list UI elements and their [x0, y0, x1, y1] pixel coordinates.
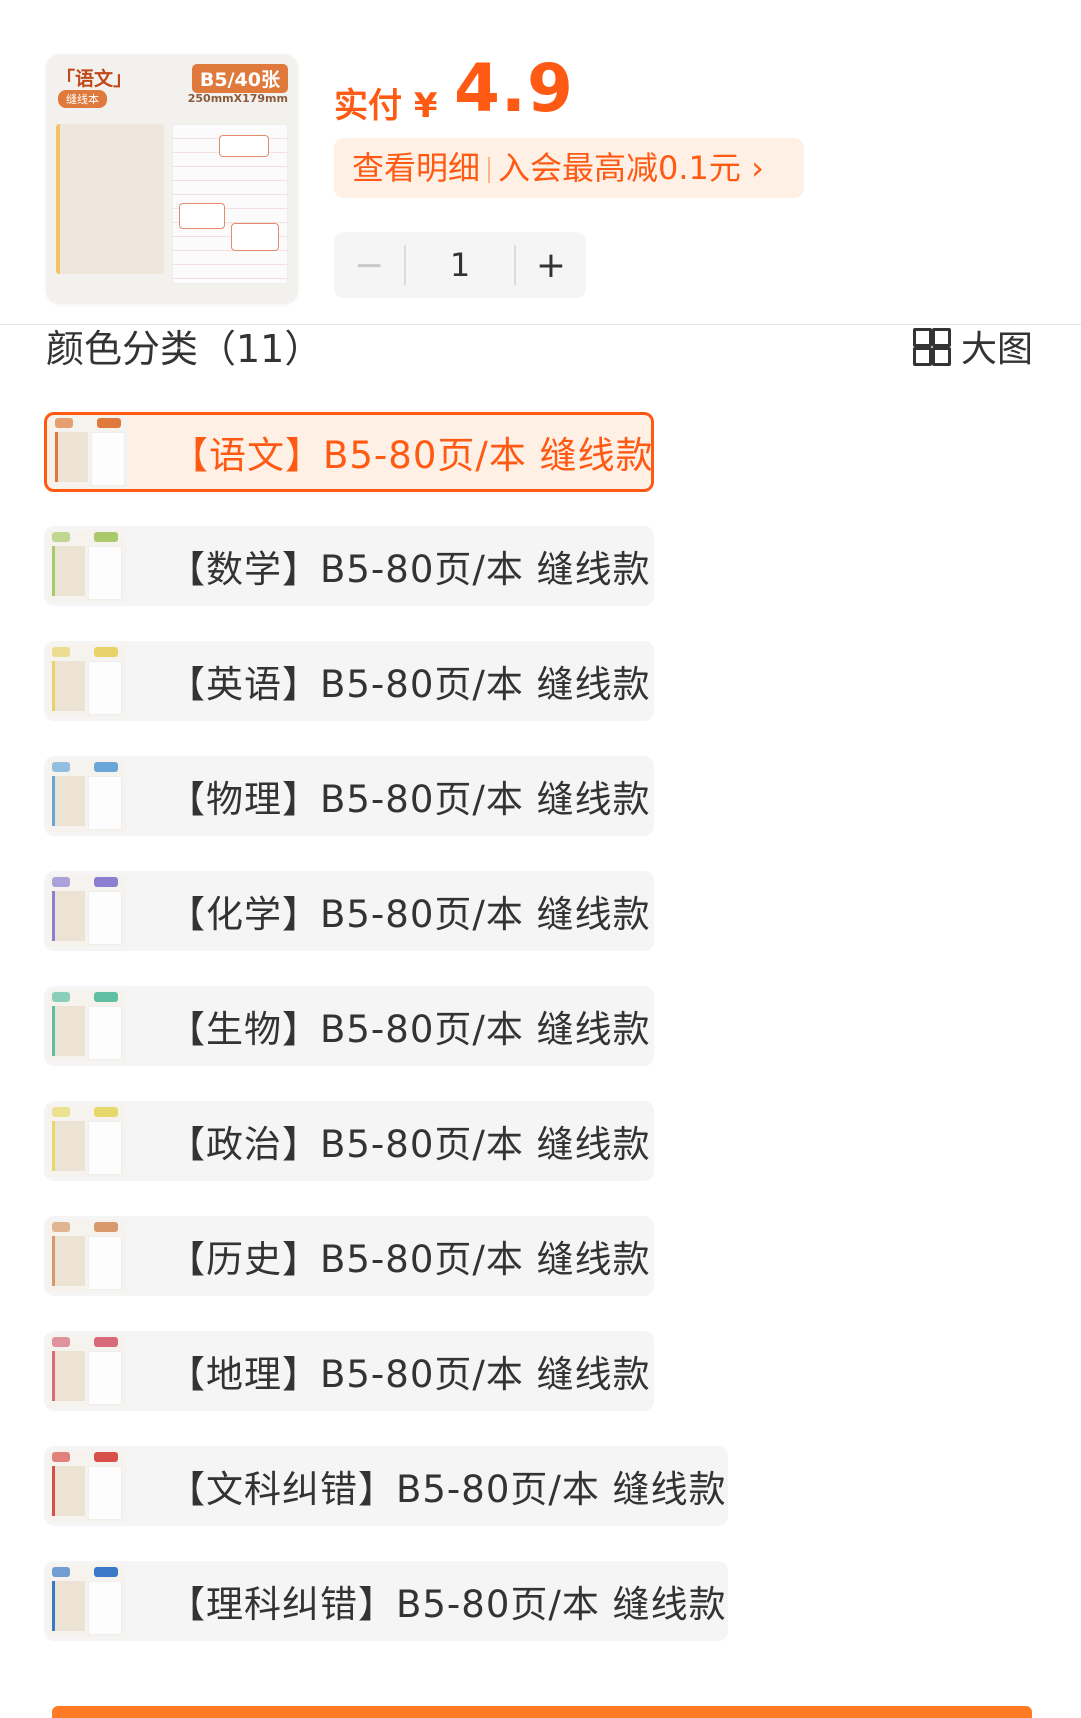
confirm-button[interactable]	[52, 1706, 1032, 1718]
option-thumbnail	[48, 990, 126, 1062]
option-thumbnail	[48, 760, 126, 832]
option-item[interactable]: 【数学】B5-80页/本 缝线款	[44, 526, 654, 606]
option-thumbnail	[48, 530, 126, 602]
increase-quantity-button[interactable]: +	[516, 245, 586, 286]
option-thumbnail	[48, 875, 126, 947]
option-label: 【政治】B5-80页/本 缝线款	[168, 1123, 651, 1166]
notebook-page-image	[172, 124, 288, 284]
option-label: 【历史】B5-80页/本 缝线款	[168, 1238, 651, 1281]
thumbnail-size-tag: B5/40张	[191, 64, 288, 93]
option-item[interactable]: 【生物】B5-80页/本 缝线款	[44, 986, 654, 1066]
product-header: 「语文」 缝线本 B5/40张 250mmX179mm 实付 ¥ 4.9 查看明…	[0, 0, 1081, 325]
price-value: 4.9	[454, 50, 574, 127]
option-thumbnail	[51, 416, 129, 488]
product-thumbnail[interactable]: 「语文」 缝线本 B5/40张 250mmX179mm	[46, 54, 298, 304]
view-detail-link[interactable]: 查看明细	[352, 149, 480, 187]
option-item[interactable]: 【历史】B5-80页/本 缝线款	[44, 1216, 654, 1296]
option-label: 【语文】B5-80页/本 缝线款	[171, 434, 654, 477]
thumbnail-binding-tag: 缝线本	[58, 90, 107, 108]
option-label: 【英语】B5-80页/本 缝线款	[168, 663, 651, 706]
notebook-cover-image	[56, 124, 164, 274]
chevron-right-icon: ›	[751, 149, 764, 187]
option-item[interactable]: 【语文】B5-80页/本 缝线款	[44, 412, 654, 492]
option-item[interactable]: 【理科纠错】B5-80页/本 缝线款	[44, 1561, 728, 1641]
option-thumbnail	[48, 1335, 126, 1407]
promo-bar[interactable]: 查看明细 入会最高减0.1元 ›	[334, 138, 804, 198]
option-label: 【文科纠错】B5-80页/本 缝线款	[168, 1468, 727, 1511]
big-view-label: 大图	[960, 329, 1033, 370]
thumbnail-dimensions: 250mmX179mm	[187, 92, 288, 105]
option-item[interactable]: 【地理】B5-80页/本 缝线款	[44, 1331, 654, 1411]
option-label: 【地理】B5-80页/本 缝线款	[168, 1353, 651, 1396]
option-thumbnail	[48, 645, 126, 717]
section-title: 颜色分类（11）	[46, 327, 323, 371]
option-label: 【理科纠错】B5-80页/本 缝线款	[168, 1583, 727, 1626]
option-label: 【生物】B5-80页/本 缝线款	[168, 1008, 651, 1051]
option-label: 【数学】B5-80页/本 缝线款	[168, 548, 651, 591]
member-discount-text: 入会最高减0.1元	[498, 149, 741, 187]
option-thumbnail	[48, 1565, 126, 1637]
option-item[interactable]: 【物理】B5-80页/本 缝线款	[44, 756, 654, 836]
option-item[interactable]: 【文科纠错】B5-80页/本 缝线款	[44, 1446, 728, 1526]
option-thumbnail	[48, 1220, 126, 1292]
option-label: 【化学】B5-80页/本 缝线款	[168, 893, 651, 936]
promo-divider	[488, 157, 491, 183]
option-thumbnail	[48, 1450, 126, 1522]
big-view-toggle[interactable]: 大图	[912, 320, 1033, 372]
option-item[interactable]: 【化学】B5-80页/本 缝线款	[44, 871, 654, 951]
price-prefix: 实付 ¥	[334, 86, 438, 126]
quantity-stepper: − 1 +	[334, 232, 586, 298]
quantity-field[interactable]: 1	[406, 246, 514, 284]
thumbnail-subject-tag: 「语文」	[56, 68, 133, 90]
grid-icon	[912, 328, 951, 366]
option-label: 【物理】B5-80页/本 缝线款	[168, 778, 651, 821]
option-item[interactable]: 【政治】B5-80页/本 缝线款	[44, 1101, 654, 1181]
decrease-quantity-button[interactable]: −	[334, 245, 404, 286]
option-thumbnail	[48, 1105, 126, 1177]
option-item[interactable]: 【英语】B5-80页/本 缝线款	[44, 641, 654, 721]
